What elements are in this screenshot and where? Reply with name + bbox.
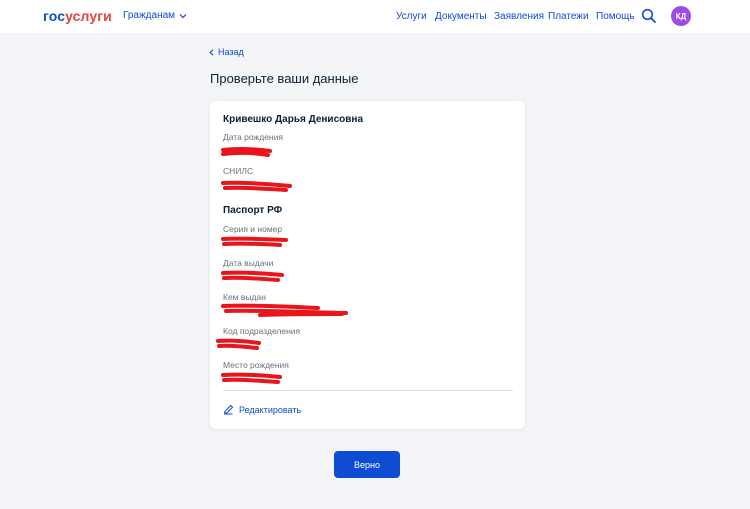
chevron-left-icon (209, 48, 214, 56)
issued-by-redacted-value (221, 303, 348, 317)
personal-data-card: Кривешко Дарья Денисовна Дата рождения С… (210, 101, 525, 429)
issue-date-label: Дата выдачи (223, 258, 274, 268)
nav-documents[interactable]: Документы (435, 11, 487, 22)
back-link[interactable]: Назад (209, 47, 244, 57)
avatar[interactable]: КД (671, 6, 691, 26)
card-divider (223, 390, 513, 391)
department-code-label: Код подразделения (223, 326, 301, 336)
audience-dropdown[interactable]: Гражданам (123, 10, 187, 21)
back-link-label: Назад (218, 47, 244, 57)
top-header: госуслуги Гражданам Услуги Документы Зая… (0, 0, 750, 33)
search-icon[interactable] (641, 8, 657, 24)
edit-button[interactable]: Редактировать (223, 404, 301, 415)
pencil-icon (223, 404, 234, 415)
snils-label: СНИЛС (223, 166, 254, 176)
nav-services[interactable]: Услуги (396, 11, 427, 22)
passport-section-title: Паспорт РФ (223, 205, 283, 216)
page-title: Проверьте ваши данные (210, 71, 359, 86)
confirm-button[interactable]: Верно (334, 451, 400, 478)
birth-place-label: Место рождения (223, 360, 289, 370)
nav-applications[interactable]: Заявления (494, 11, 544, 22)
logo-uslugi: услуги (65, 8, 112, 24)
birth-date-redacted-value (221, 146, 272, 157)
logo-gos: гос (43, 8, 66, 24)
edit-button-label: Редактировать (239, 404, 302, 415)
birth-place-redacted-value (221, 372, 282, 384)
series-number-redacted-value (221, 236, 288, 247)
audience-label: Гражданам (123, 10, 176, 21)
snils-redacted-value (221, 180, 292, 192)
series-number-label: Серия и номер (223, 224, 283, 234)
full-name: Кривешко Дарья Денисовна (223, 114, 363, 125)
department-code-redacted-value (216, 338, 261, 350)
nav-help[interactable]: Помощь (596, 11, 635, 22)
issued-by-label: Кем выдан (223, 292, 266, 302)
birth-date-label: Дата рождения (223, 132, 283, 142)
nav-payments[interactable]: Платежи (548, 11, 589, 22)
chevron-down-icon (179, 13, 187, 18)
issue-date-redacted-value (221, 270, 284, 282)
gosuslugi-logo[interactable]: госуслуги (43, 8, 112, 24)
